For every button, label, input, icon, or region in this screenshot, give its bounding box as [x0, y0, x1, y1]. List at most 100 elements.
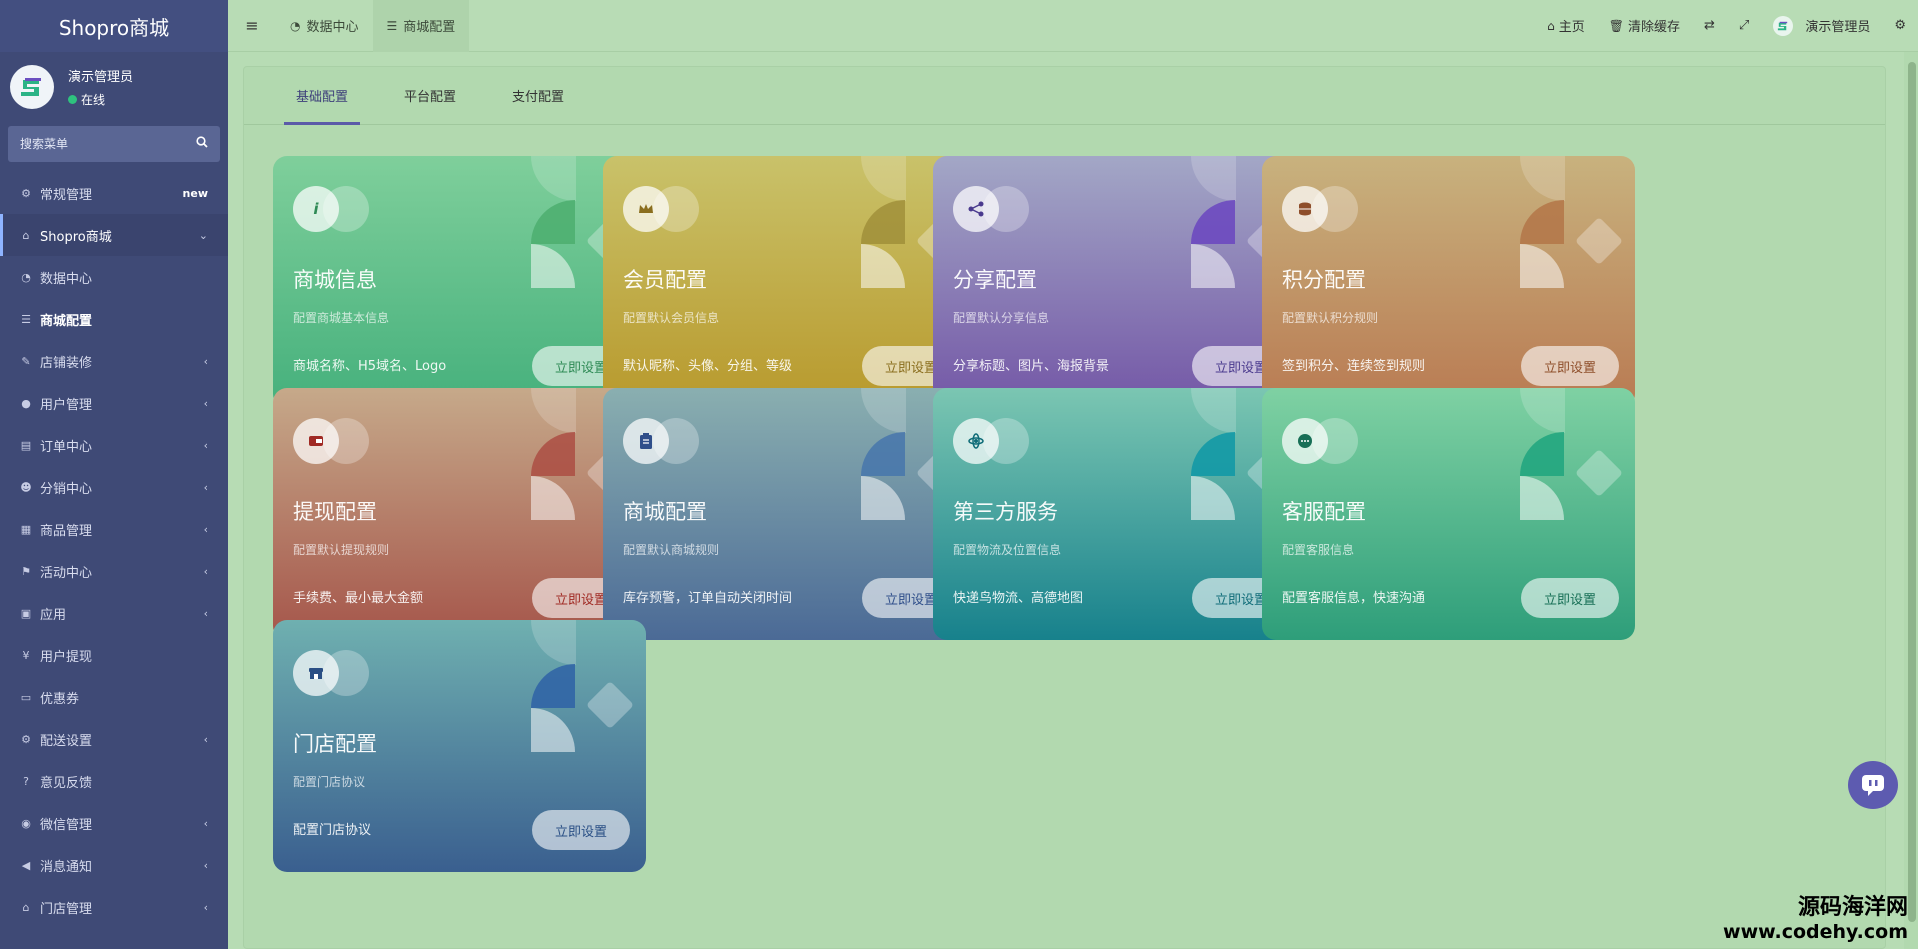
tab-payment-config[interactable]: 支付配置 — [500, 66, 576, 124]
sidebar-item-12[interactable]: ▭ 优惠券 — [0, 676, 228, 718]
tab-shop-config[interactable]: ☰ 商城配置 — [372, 0, 470, 52]
card-features: 库存预警，订单自动关闭时间 — [623, 591, 793, 606]
card-desc: 配置客服信息 — [1282, 543, 1355, 557]
scrollbar-thumb[interactable] — [1908, 62, 1916, 922]
yen-icon: ¥ — [22, 648, 30, 662]
sidebar-item-14[interactable]: ? 意见反馈 — [0, 760, 228, 802]
sidebar-item-9[interactable]: ⚑ 活动中心 ‹ — [0, 550, 228, 592]
coins-icon — [1282, 186, 1328, 232]
language-icon[interactable]: ⇄ — [1692, 0, 1727, 52]
sidebar-item-label: 商品管理 — [40, 523, 93, 539]
file-icon: ▤ — [20, 438, 32, 452]
menu-toggle-icon[interactable]: ≡ — [228, 0, 276, 52]
dashboard-icon: ◔ — [21, 270, 31, 284]
user-icon: ● — [21, 396, 31, 410]
atom-icon — [953, 418, 999, 464]
sidebar-item-7[interactable]: ☻ 分销中心 ‹ — [0, 466, 228, 508]
sliders-icon: ☰ — [21, 312, 31, 326]
card-desc: 配置默认提现规则 — [293, 543, 390, 557]
card-title: 第三方服务 — [953, 500, 1058, 524]
chevron-left-icon: ‹ — [203, 480, 208, 494]
sidebar-item-17[interactable]: ⌂ 门店管理 ‹ — [0, 886, 228, 928]
store-icon — [293, 650, 339, 696]
card-title: 门店配置 — [293, 732, 377, 756]
sidebar-item-label: 商城配置 — [40, 313, 93, 329]
sidebar-item-11[interactable]: ¥ 用户提现 — [0, 634, 228, 676]
config-card-8[interactable]: 门店配置 配置门店协议 配置门店协议 立即设置 — [273, 620, 646, 872]
chat-float-button[interactable] — [1848, 761, 1898, 809]
admin-name: 演示管理员 — [1805, 20, 1871, 35]
tab-platform-config[interactable]: 平台配置 — [392, 66, 468, 124]
tab-label: 商城配置 — [403, 20, 456, 35]
admin-menu[interactable]: 演示管理员 — [1761, 0, 1882, 52]
config-card-5[interactable]: 商城配置 配置默认商城规则 库存预警，订单自动关闭时间 立即设置 — [603, 388, 976, 640]
config-card-3[interactable]: 积分配置 配置默认积分规则 签到积分、连续签到规则 立即设置 — [1262, 156, 1635, 408]
sidebar-item-5[interactable]: ● 用户管理 ‹ — [0, 382, 228, 424]
sidebar-item-15[interactable]: ◉ 微信管理 ‹ — [0, 802, 228, 844]
config-card-1[interactable]: 会员配置 配置默认会员信息 默认昵称、头像、分组、等级 立即设置 — [603, 156, 976, 408]
sidebar-item-13[interactable]: ⚙ 配送设置 ‹ — [0, 718, 228, 760]
sidebar-item-label: 微信管理 — [40, 817, 93, 833]
sidebar-item-10[interactable]: ▣ 应用 ‹ — [0, 592, 228, 634]
watermark-line1: 源码海洋网 — [1797, 895, 1908, 920]
content-tabs: 基础配置 平台配置 支付配置 — [244, 67, 1885, 125]
home-label: 主页 — [1558, 20, 1585, 35]
scrollbar[interactable] — [1904, 52, 1918, 949]
sidebar-item-label: 活动中心 — [40, 565, 93, 581]
config-card-7[interactable]: 客服配置 配置客服信息 配置客服信息，快速沟通 立即设置 — [1262, 388, 1635, 640]
card-desc: 配置默认商城规则 — [623, 543, 720, 557]
setup-now-button[interactable]: 立即设置 — [532, 810, 630, 850]
settings-icon[interactable]: ⚙ — [1882, 0, 1918, 52]
fullscreen-icon[interactable]: ⤢ — [1727, 0, 1761, 52]
sidebar-item-label: Shopro商城 — [40, 229, 112, 245]
cogs-icon: ⚙ — [21, 186, 31, 200]
admin-avatar — [1773, 15, 1794, 36]
config-card-6[interactable]: 第三方服务 配置物流及位置信息 快递鸟物流、高德地图 立即设置 — [933, 388, 1306, 640]
card-desc: 配置商城基本信息 — [293, 311, 390, 325]
sidebar-item-label: 订单中心 — [40, 439, 93, 455]
sidebar-item-3[interactable]: ☰ 商城配置 — [0, 298, 228, 340]
sidebar-item-label: 用户提现 — [40, 649, 93, 665]
brand-logo[interactable]: Shopro商城 — [0, 0, 228, 52]
sidebar-item-16[interactable]: ◀ 消息通知 ‹ — [0, 844, 228, 886]
card-desc: 配置门店协议 — [293, 775, 366, 789]
home-icon: ⌂ — [22, 228, 30, 242]
online-dot-icon — [68, 95, 77, 104]
tab-data-center[interactable]: ◔ 数据中心 — [276, 0, 373, 52]
list-icon: ▦ — [20, 522, 32, 536]
search-input[interactable] — [20, 137, 180, 151]
clear-cache-label: 清除缓存 — [1628, 20, 1681, 35]
wallet-icon — [293, 418, 339, 464]
sidebar-item-4[interactable]: ✎ 店铺装修 ‹ — [0, 340, 228, 382]
info-icon: i — [293, 186, 339, 232]
sidebar-item-2[interactable]: ◔ 数据中心 — [0, 256, 228, 298]
sidebar-search — [8, 126, 220, 162]
tab-basic-config[interactable]: 基础配置 — [284, 66, 361, 125]
svg-text:i: i — [313, 200, 319, 218]
avatar[interactable] — [10, 65, 54, 109]
clear-cache-button[interactable]: 🗑 清除缓存 — [1597, 0, 1692, 52]
bank-icon: ⌂ — [22, 900, 30, 914]
setup-now-button[interactable]: 立即设置 — [1521, 346, 1619, 386]
sidebar-item-label: 优惠券 — [40, 691, 80, 707]
config-card-0[interactable]: i 商城信息 配置商城基本信息 商城名称、H5域名、Logo 立即设置 — [273, 156, 646, 408]
sidebar-item-1[interactable]: ⌂ Shopro商城 ⌄ — [0, 214, 228, 256]
config-card-4[interactable]: 提现配置 配置默认提现规则 手续费、最小最大金额 立即设置 — [273, 388, 646, 640]
card-title: 商城信息 — [293, 268, 377, 292]
chat-icon — [1282, 418, 1328, 464]
home-link[interactable]: ⌂ 主页 — [1535, 0, 1597, 52]
config-card-2[interactable]: 分享配置 配置默认分享信息 分享标题、图片、海报背景 立即设置 — [933, 156, 1306, 408]
card-title: 积分配置 — [1282, 268, 1366, 292]
card-features: 手续费、最小最大金额 — [293, 591, 424, 606]
home-icon: ⌂ — [1547, 18, 1555, 33]
sidebar-item-label: 门店管理 — [40, 901, 93, 917]
sidebar-item-8[interactable]: ▦ 商品管理 ‹ — [0, 508, 228, 550]
sidebar-item-label: 消息通知 — [40, 859, 93, 875]
chevron-left-icon: ‹ — [203, 396, 208, 410]
sidebar-item-0[interactable]: ⚙ 常规管理 new — [0, 172, 228, 214]
chevron-left-icon: ‹ — [203, 732, 208, 746]
search-icon[interactable] — [196, 136, 208, 152]
chevron-left-icon: ‹ — [203, 858, 208, 872]
sidebar-item-6[interactable]: ▤ 订单中心 ‹ — [0, 424, 228, 466]
setup-now-button[interactable]: 立即设置 — [1521, 578, 1619, 618]
